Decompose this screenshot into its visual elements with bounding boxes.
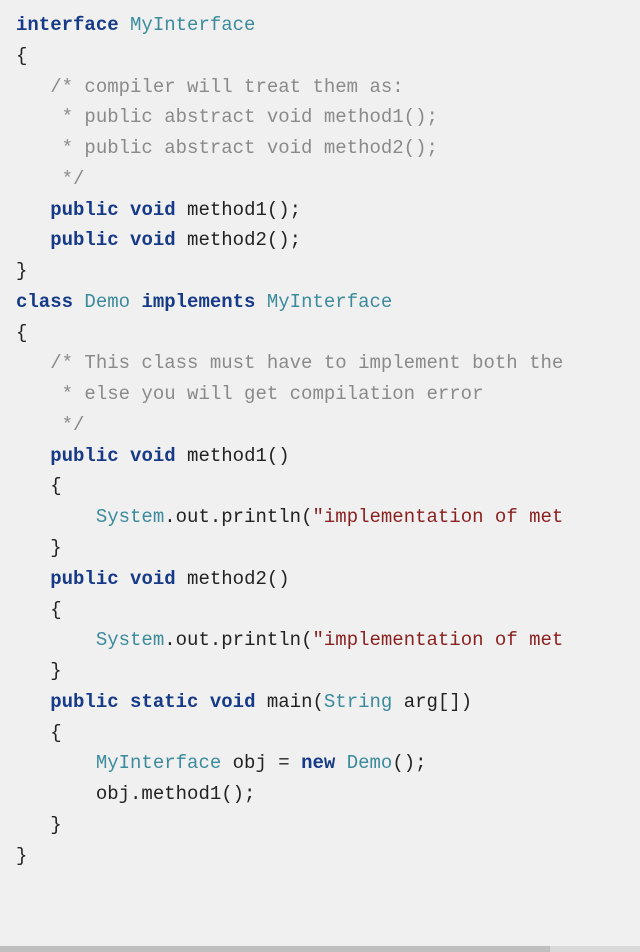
ctor-call: (); xyxy=(392,752,426,774)
stmt: obj.method1(); xyxy=(96,783,256,805)
method-decl: method1() xyxy=(176,445,290,467)
code-line: * public abstract void method2(); xyxy=(16,137,438,159)
comment: */ xyxy=(50,168,84,190)
keyword-public: public xyxy=(50,229,118,251)
code-line: } xyxy=(16,814,62,836)
code-line: public void method2() xyxy=(16,568,290,590)
brace: { xyxy=(50,475,61,497)
brace: } xyxy=(16,260,27,282)
type-system: System xyxy=(96,629,164,651)
keyword-public: public xyxy=(50,568,118,590)
code-line: { xyxy=(16,475,62,497)
type-myinterface: MyInterface xyxy=(96,752,221,774)
keyword-public: public xyxy=(50,445,118,467)
brace: { xyxy=(16,322,27,344)
horizontal-scrollbar[interactable] xyxy=(0,946,640,952)
comment: * else you will get compilation error xyxy=(50,383,483,405)
code-line: System.out.println("implementation of me… xyxy=(16,506,563,528)
code-line: obj.method1(); xyxy=(16,783,255,805)
code-line: MyInterface obj = new Demo(); xyxy=(16,752,427,774)
code-line: public void method1(); xyxy=(16,199,301,221)
code-line: */ xyxy=(16,414,84,436)
brace: { xyxy=(50,599,61,621)
comment: /* This class must have to implement bot… xyxy=(50,352,575,374)
brace: { xyxy=(50,722,61,744)
method-decl: method2() xyxy=(176,568,290,590)
type-string: String xyxy=(324,691,392,713)
code-line: System.out.println("implementation of me… xyxy=(16,629,563,651)
string-literal: "implementation of met xyxy=(312,629,563,651)
param: arg[]) xyxy=(392,691,472,713)
type-system: System xyxy=(96,506,164,528)
keyword-void: void xyxy=(130,229,176,251)
brace: } xyxy=(50,814,61,836)
comment: */ xyxy=(50,414,84,436)
code-line: { xyxy=(16,322,27,344)
code-line: { xyxy=(16,722,62,744)
string-literal: "implementation of met xyxy=(312,506,563,528)
brace: } xyxy=(16,845,27,867)
comment: * public abstract void method2(); xyxy=(50,137,438,159)
keyword-void: void xyxy=(130,568,176,590)
method-main: main( xyxy=(255,691,323,713)
comment: * public abstract void method1(); xyxy=(50,106,438,128)
code-line: } xyxy=(16,845,27,867)
code-line: /* This class must have to implement bot… xyxy=(16,352,575,374)
type-myinterface: MyInterface xyxy=(267,291,392,313)
code-line: { xyxy=(16,599,62,621)
method-call: .out.println( xyxy=(164,506,312,528)
keyword-new: new xyxy=(301,752,335,774)
method-decl: method1(); xyxy=(176,199,301,221)
code-line: public static void main(String arg[]) xyxy=(16,691,472,713)
keyword-void: void xyxy=(210,691,256,713)
code-line: interface MyInterface xyxy=(16,14,255,36)
code-line: public void method2(); xyxy=(16,229,301,251)
code-line: } xyxy=(16,660,62,682)
brace: { xyxy=(16,45,27,67)
var-decl: obj = xyxy=(221,752,301,774)
keyword-static: static xyxy=(130,691,198,713)
type-demo: Demo xyxy=(335,752,392,774)
method-decl: method2(); xyxy=(176,229,301,251)
keyword-void: void xyxy=(130,445,176,467)
keyword-void: void xyxy=(130,199,176,221)
brace: } xyxy=(50,660,61,682)
code-line: */ xyxy=(16,168,84,190)
code-line: class Demo implements MyInterface xyxy=(16,291,392,313)
code-line: public void method1() xyxy=(16,445,290,467)
keyword-implements: implements xyxy=(141,291,255,313)
code-line: * public abstract void method1(); xyxy=(16,106,438,128)
keyword-class: class xyxy=(16,291,73,313)
code-line: } xyxy=(16,260,27,282)
code-line: } xyxy=(16,537,62,559)
code-block: interface MyInterface { /* compiler will… xyxy=(16,10,640,871)
method-call: .out.println( xyxy=(164,629,312,651)
code-line: * else you will get compilation error xyxy=(16,383,484,405)
scrollbar-thumb[interactable] xyxy=(0,946,550,952)
keyword-public: public xyxy=(50,691,118,713)
type-demo: Demo xyxy=(84,291,130,313)
code-line: /* compiler will treat them as: xyxy=(16,76,404,98)
comment: /* compiler will treat them as: xyxy=(50,76,403,98)
keyword-public: public xyxy=(50,199,118,221)
keyword-interface: interface xyxy=(16,14,119,36)
type-myinterface: MyInterface xyxy=(130,14,255,36)
brace: } xyxy=(50,537,61,559)
code-line: { xyxy=(16,45,27,67)
